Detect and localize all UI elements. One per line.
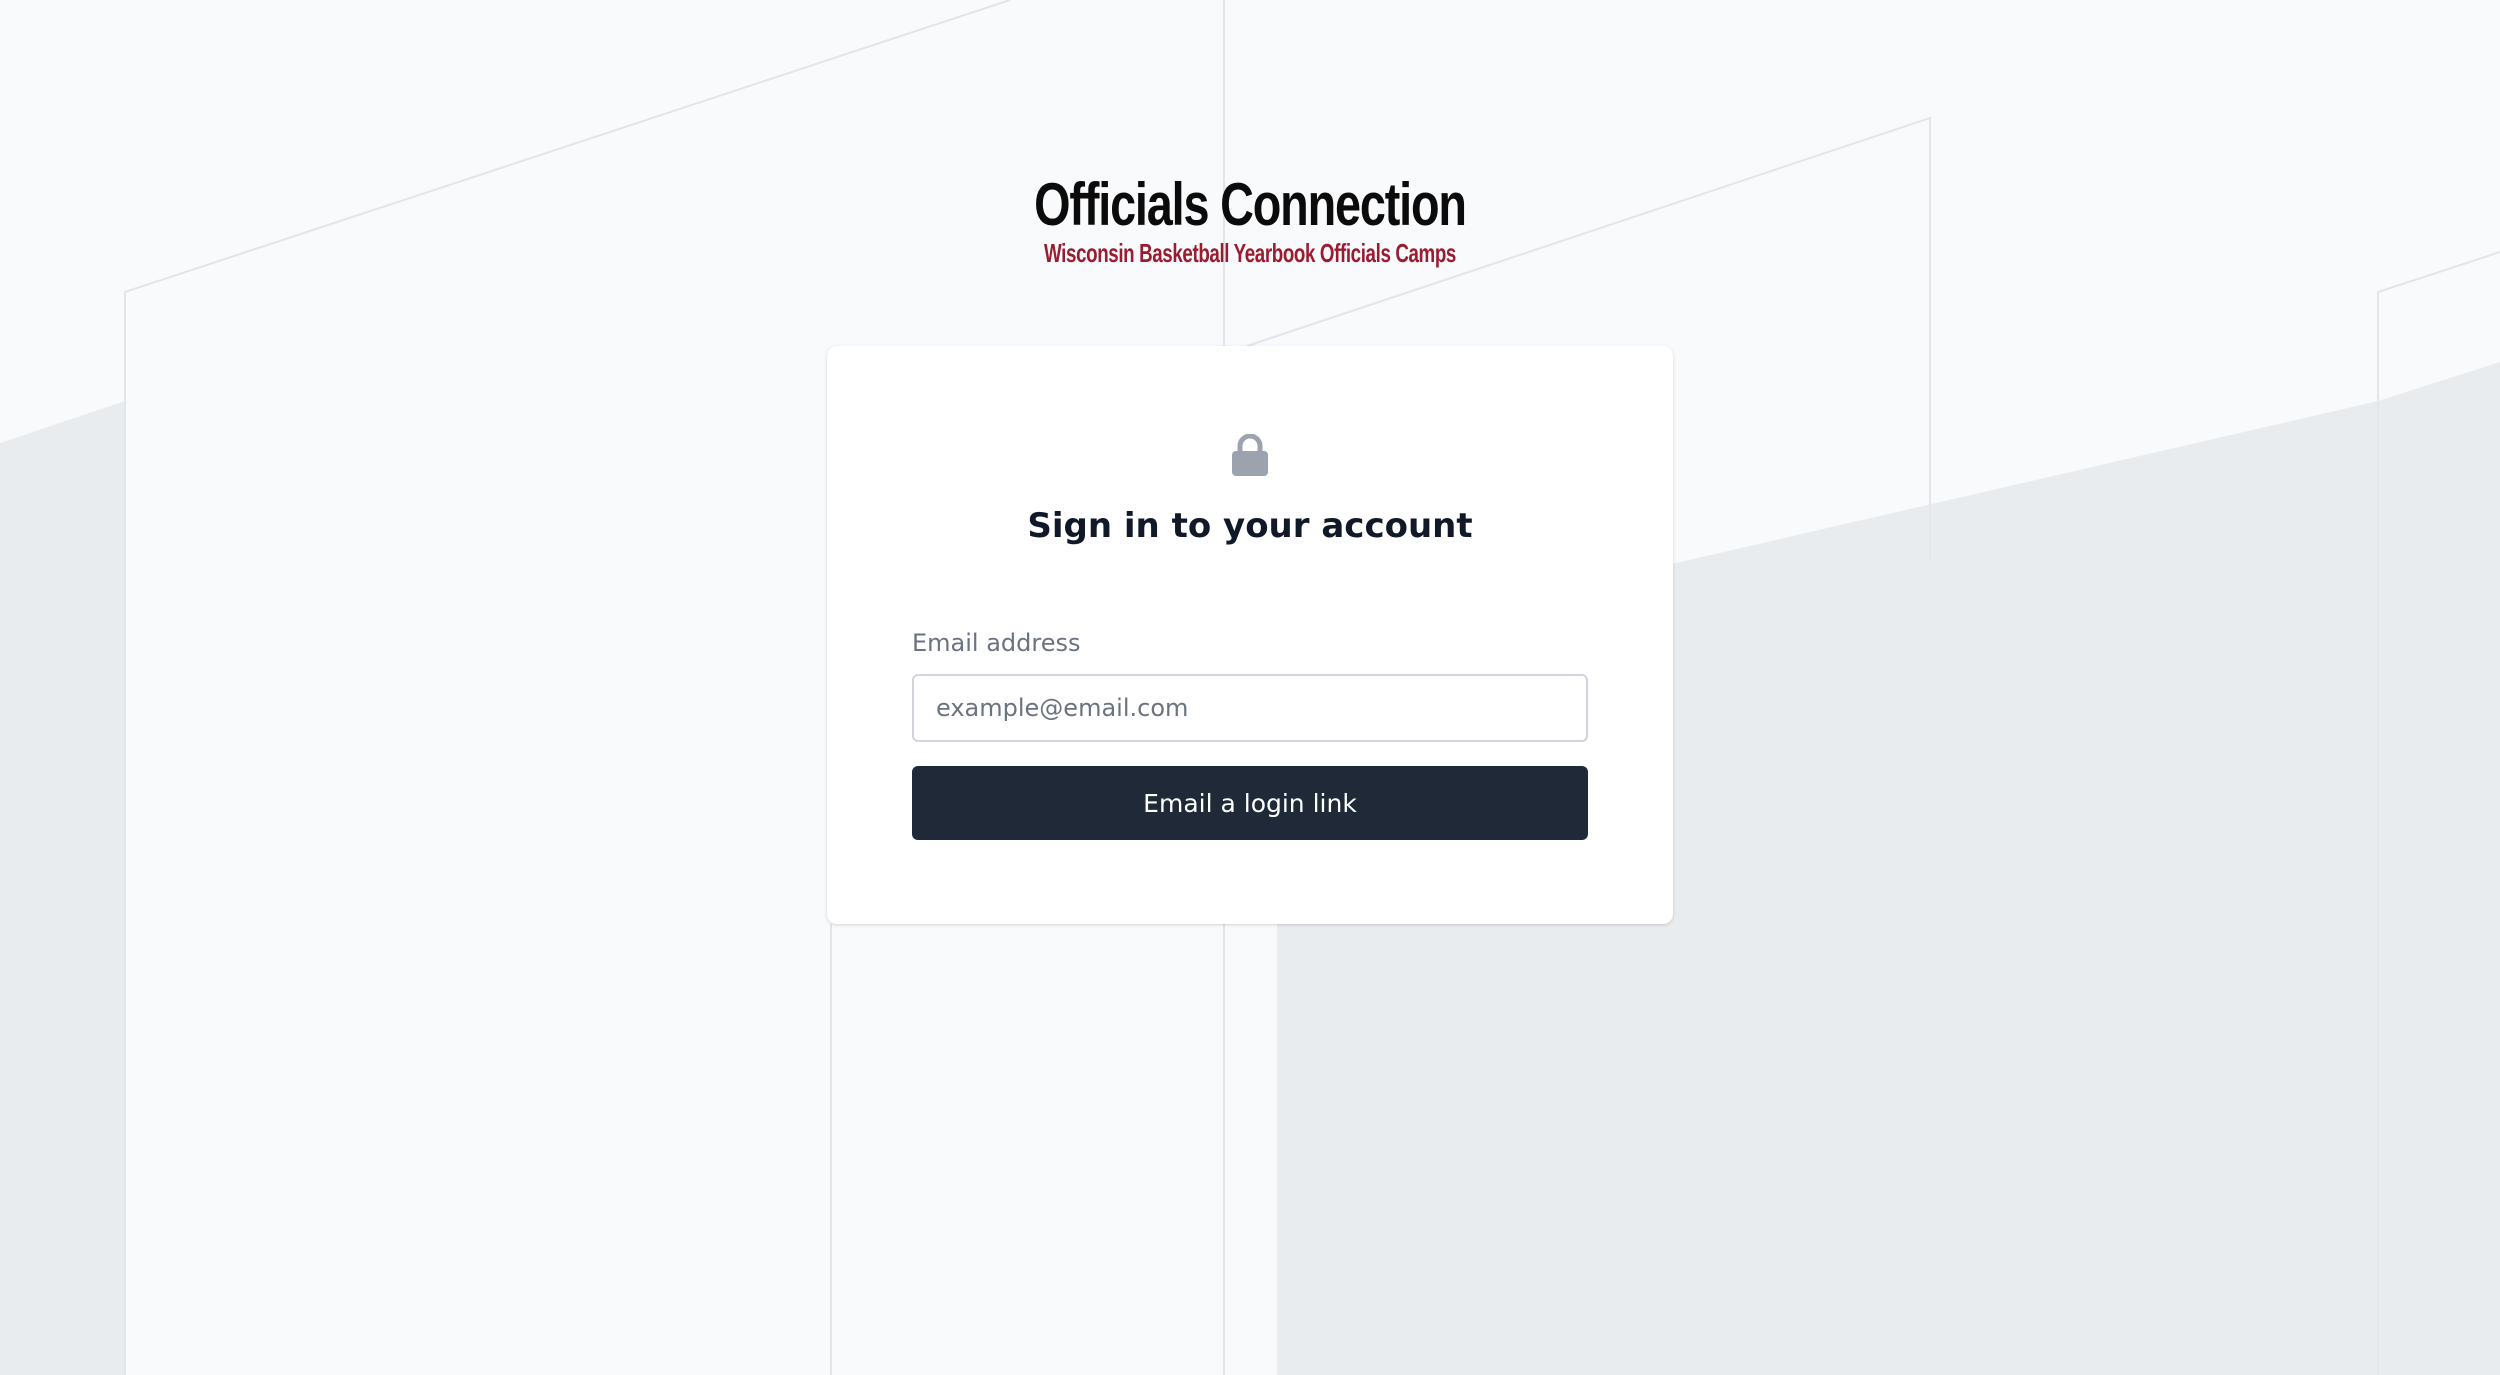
brand-subtitle: Wisconsin Basketball Yearbook Officials … <box>1044 238 1456 268</box>
login-card: Sign in to your account Email address Em… <box>827 346 1673 924</box>
lock-icon <box>1232 434 1268 476</box>
email-label: Email address <box>912 629 1081 657</box>
email-login-link-button[interactable]: Email a login link <box>912 766 1588 840</box>
page-title: Sign in to your account <box>1027 506 1473 546</box>
email-field[interactable] <box>912 674 1588 742</box>
brand-logo: Officials Connection Wisconsin Basketbal… <box>0 170 2500 268</box>
brand-title: Officials Connection <box>1034 171 1467 238</box>
